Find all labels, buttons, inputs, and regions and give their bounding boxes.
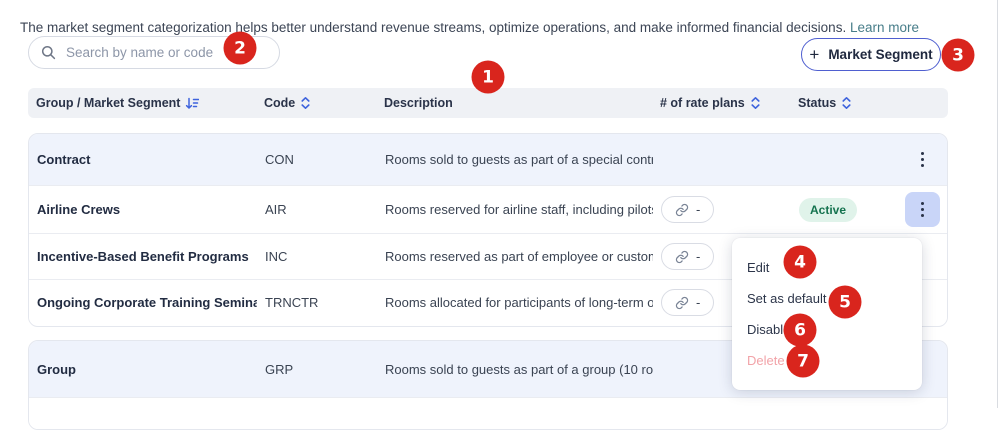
column-header-code[interactable]: Code — [256, 96, 376, 110]
segment-code: AIR — [257, 202, 377, 217]
segment-description: Rooms reserved for airline staff, includ… — [377, 202, 653, 217]
search-icon — [41, 45, 56, 60]
segment-code: INC — [257, 249, 377, 264]
learn-more-link[interactable]: Learn more — [850, 20, 919, 35]
rate-plans-pill[interactable]: - — [661, 289, 714, 316]
partial-next-row — [29, 397, 947, 430]
segment-description: Rooms reserved as part of employee or cu… — [377, 249, 653, 264]
segment-description: Rooms sold to guests as part of a specia… — [377, 152, 653, 167]
segment-name: Incentive-Based Benefit Programs — [29, 249, 257, 264]
menu-item-delete[interactable]: Delete — [732, 345, 922, 376]
segment-name: Ongoing Corporate Training Seminars — [29, 295, 257, 310]
annotation-badge-2: 2 — [224, 32, 257, 65]
annotation-badge-7: 7 — [787, 345, 820, 378]
plus-icon: + — [809, 46, 819, 63]
menu-item-disable[interactable]: Disable — [732, 314, 922, 345]
rate-plans-count: - — [696, 295, 700, 310]
menu-item-edit[interactable]: Edit — [732, 252, 922, 283]
segment-code: CON — [257, 152, 377, 167]
segment-name: Group — [29, 362, 257, 377]
sort-chevrons-icon — [841, 96, 852, 110]
segment-description: Rooms sold to guests as part of a group … — [377, 362, 653, 377]
annotation-badge-1: 1 — [472, 61, 505, 94]
segment-code: GRP — [257, 362, 377, 377]
segment-code: TRNCTR — [257, 295, 377, 310]
segment-description: Rooms allocated for participants of long… — [377, 295, 653, 310]
annotation-badge-5: 5 — [829, 286, 862, 319]
table-row: Contract CON Rooms sold to guests as par… — [29, 134, 947, 185]
row-context-menu: EditSet as defaultDisableDelete — [732, 238, 922, 390]
segment-name: Airline Crews — [29, 202, 257, 217]
segment-name: Contract — [29, 152, 257, 167]
link-icon — [675, 203, 689, 217]
rate-plans-count: - — [696, 249, 700, 264]
column-header-group-market-segment[interactable]: Group / Market Segment — [28, 96, 256, 110]
status-badge: Active — [799, 198, 857, 222]
row-actions-kebab[interactable] — [905, 142, 940, 177]
row-actions-kebab[interactable] — [905, 192, 940, 227]
add-market-segment-button[interactable]: + Market Segment — [801, 38, 941, 71]
rate-plans-count: - — [696, 202, 700, 217]
column-header-status[interactable]: Status — [790, 96, 878, 110]
sort-descending-icon — [185, 97, 199, 110]
intro-sentence: The market segment categorization helps … — [20, 20, 846, 35]
vertical-divider — [997, 0, 998, 408]
annotation-badge-3: 3 — [942, 39, 975, 72]
sort-chevrons-icon — [750, 96, 761, 110]
link-icon — [675, 296, 689, 310]
annotation-badge-6: 6 — [784, 314, 817, 347]
column-header-description[interactable]: Description — [376, 96, 652, 110]
table-row: Airline Crews AIR Rooms reserved for air… — [29, 185, 947, 233]
sort-chevrons-icon — [300, 96, 311, 110]
menu-item-set-as-default[interactable]: Set as default — [732, 283, 922, 314]
add-button-label: Market Segment — [828, 47, 932, 62]
column-header-rate-plans[interactable]: # of rate plans — [652, 96, 790, 110]
rate-plans-pill[interactable]: - — [661, 243, 714, 270]
annotation-badge-4: 4 — [784, 246, 817, 279]
rate-plans-pill[interactable]: - — [661, 196, 714, 223]
intro-text: The market segment categorization helps … — [20, 19, 919, 37]
link-icon — [675, 250, 689, 264]
